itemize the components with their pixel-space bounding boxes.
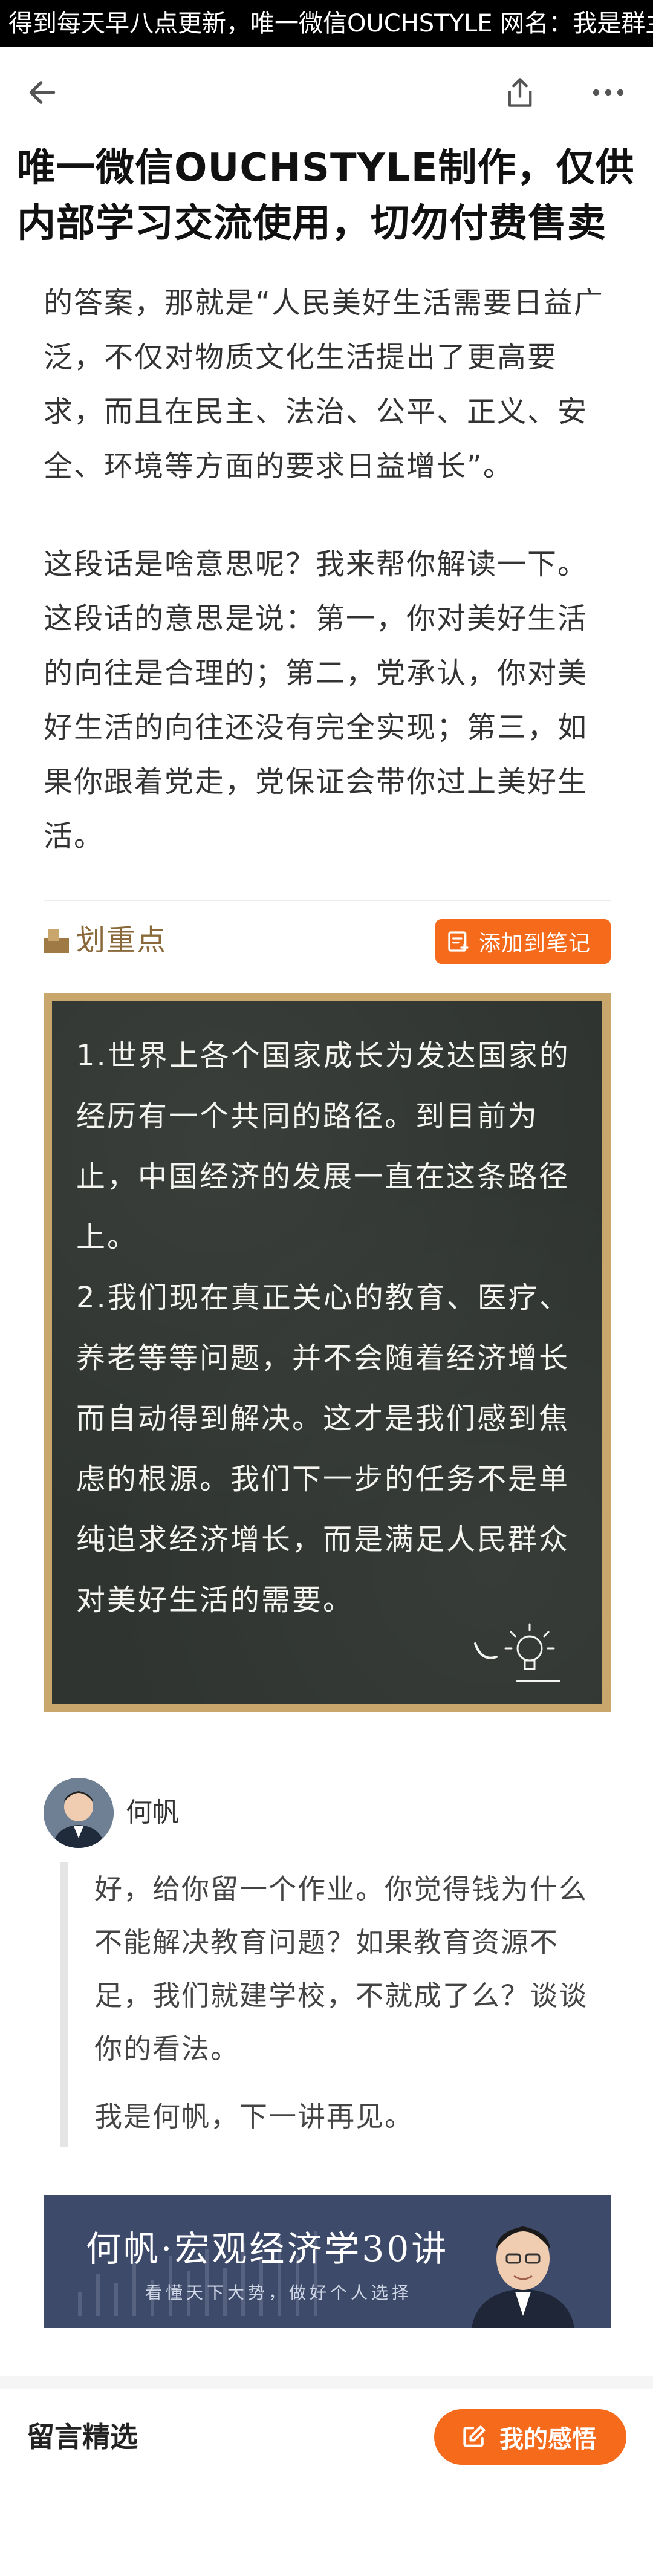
highlight-header: 划重点 添加到笔记 bbox=[44, 913, 611, 968]
author-homework: 好，给你留一个作业。你觉得钱为什么不能解决教育问题？如果教育资源不足，我们就建学… bbox=[94, 1873, 588, 2065]
top-banner-text: 得到每天早八点更新，唯一微信OUCHSTYLE 网名：我是群主 bbox=[8, 10, 653, 37]
back-button[interactable] bbox=[18, 68, 67, 117]
author-signoff: 我是何帆，下一讲再见。 bbox=[94, 2100, 414, 2133]
comments-title: 留言精选 bbox=[27, 2421, 138, 2453]
nav-bar bbox=[0, 47, 653, 138]
key-points-text: 1.世界上各个国家成长为发达国家的经历有一个共同的路径。到目前为止，中国经济的发… bbox=[76, 1026, 590, 1630]
chalkboard-key-points: 1.世界上各个国家成长为发达国家的经历有一个共同的路径。到目前为止，中国经济的发… bbox=[44, 993, 611, 1712]
note-add-icon bbox=[448, 931, 469, 952]
course-banner[interactable]: 何帆·宏观经济学30讲 看懂天下大势，做好个人选择 bbox=[44, 2195, 611, 2328]
section-gap bbox=[0, 2376, 653, 2389]
avatar[interactable] bbox=[44, 1778, 114, 1848]
more-dots-icon bbox=[593, 89, 624, 96]
share-icon bbox=[508, 78, 532, 107]
key-point-1: 1.世界上各个国家成长为发达国家的经历有一个共同的路径。到目前为止，中国经济的发… bbox=[76, 1039, 570, 1254]
highlight-mark-icon bbox=[44, 929, 69, 953]
lightbulb-icon bbox=[474, 1623, 560, 1682]
author-portrait-icon bbox=[472, 2226, 574, 2328]
my-insight-button[interactable]: 我的感悟 bbox=[434, 2409, 626, 2465]
overlay-title: 唯一微信OUCHSTYLE制作，仅供 内部学习交流使用，切勿付费售卖 bbox=[17, 140, 640, 252]
avatar-portrait-icon bbox=[44, 1778, 114, 1848]
share-button[interactable] bbox=[496, 68, 544, 117]
course-banner-subtitle: 看懂天下大势，做好个人选择 bbox=[145, 2283, 413, 2303]
article-paragraph-2: 这段话是啥意思呢？我来帮你解读一下。这段话的意思是说：第一，你对美好生活的向往是… bbox=[44, 547, 588, 853]
author-message: 好，给你留一个作业。你觉得钱为什么不能解决教育问题？如果教育资源不足，我们就建学… bbox=[60, 1862, 605, 2147]
divider bbox=[44, 900, 611, 901]
overlay-title-line1: 唯一微信OUCHSTYLE制作，仅供 bbox=[17, 146, 635, 190]
add-to-notes-label: 添加到笔记 bbox=[479, 931, 591, 956]
course-banner-title: 何帆·宏观经济学30讲 bbox=[86, 2228, 449, 2269]
overlay-title-line2: 内部学习交流使用，切勿付费售卖 bbox=[17, 201, 606, 246]
highlight-title: 划重点 bbox=[76, 923, 167, 957]
arrow-left-icon bbox=[29, 81, 56, 104]
key-point-2: 2.我们现在真正关心的教育、医疗、养老等等问题，并不会随着经济增长而自动得到解决… bbox=[76, 1281, 570, 1617]
author-name: 何帆 bbox=[126, 1797, 179, 1828]
chalkboard-surface: 1.世界上各个国家成长为发达国家的经历有一个共同的路径。到目前为止，中国经济的发… bbox=[52, 1001, 602, 1704]
add-to-notes-button[interactable]: 添加到笔记 bbox=[435, 919, 611, 964]
more-button[interactable] bbox=[584, 68, 632, 117]
author-row: 何帆 bbox=[44, 1778, 611, 1850]
top-banner: 得到每天早八点更新，唯一微信OUCHSTYLE 网名：我是群主 bbox=[0, 0, 653, 47]
my-insight-label: 我的感悟 bbox=[499, 2425, 596, 2453]
edit-icon bbox=[463, 2425, 486, 2447]
comments-section: 留言精选 我的感悟 bbox=[0, 2389, 653, 2576]
article-paragraph-1: 的答案，那就是“人民美好生活需要日益广泛，不仅对物质文化生活提出了更高要求，而且… bbox=[44, 286, 604, 483]
